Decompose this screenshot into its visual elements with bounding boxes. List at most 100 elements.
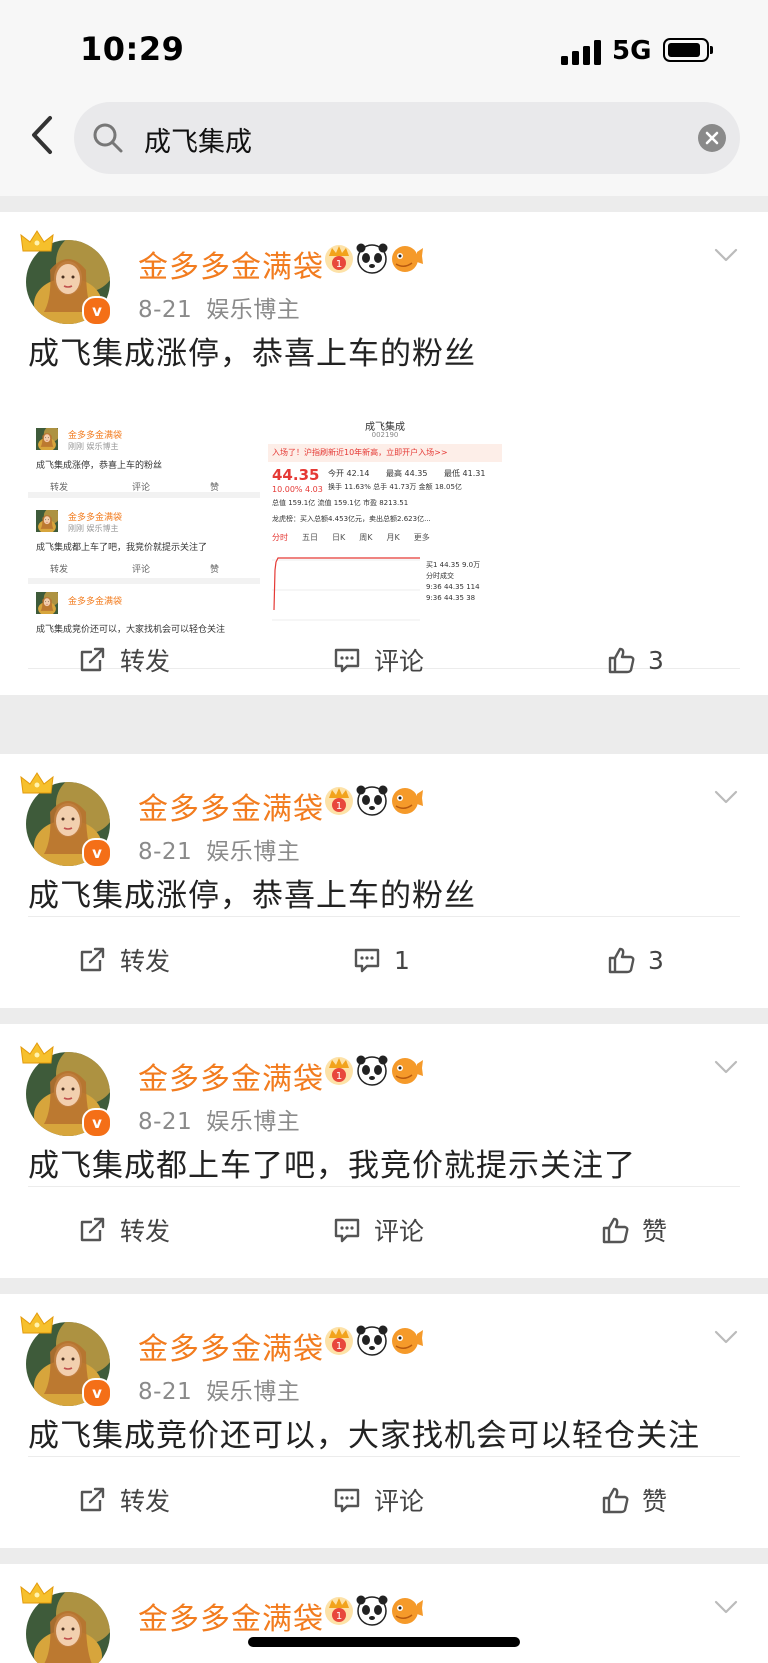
search-input[interactable]: 成飞集成 [74, 102, 740, 174]
mini-banner: 入场了！沪指刷新近10年新高，立即开户入场>> [268, 444, 502, 462]
member-badges-icon[interactable] [324, 784, 428, 818]
search-query: 成飞集成 [144, 127, 252, 158]
post-card[interactable]: v 金多多金满袋 8-21 娱乐博主 成飞集成都上车了吧，我竞价就提示关注了 转发… [0, 1024, 768, 1278]
post-card[interactable]: v 金多多金满袋 8-21 娱乐博主 成飞集成竞价还可以，大家找机会可以轻仓关注 … [0, 1294, 768, 1548]
crown-icon [20, 772, 54, 794]
chevron-down-icon[interactable] [714, 1600, 738, 1616]
search-icon [93, 123, 123, 153]
author-tag: 娱乐博主 [206, 297, 301, 323]
comment-label: 评论 [374, 1217, 425, 1246]
repost-button[interactable]: 转发 [78, 1194, 170, 1266]
member-badges-icon[interactable] [324, 1054, 428, 1088]
post-text[interactable]: 成飞集成都上车了吧，我竞价就提示关注了 [28, 1140, 636, 1185]
post-actions: 转发 评论 赞 [0, 1464, 768, 1536]
post-text[interactable]: 成飞集成涨停，恭喜上车的粉丝 [28, 328, 476, 373]
comment-icon [334, 1218, 360, 1243]
mini-avatar-icon [36, 428, 58, 450]
post-text[interactable]: 成飞集成竞价还可以，大家找机会可以轻仓关注 [28, 1410, 700, 1455]
post-text[interactable]: 成飞集成涨停，恭喜上车的粉丝 [28, 870, 476, 915]
post-image-screenshot-feed[interactable]: 金多多金满袋 刚刚 娱乐博主 成飞集成涨停，恭喜上车的粉丝 转发 评论 赞 金多… [28, 410, 260, 636]
mini-like: 赞 [210, 483, 220, 493]
divider [28, 1456, 740, 1457]
mini-meta: 刚刚 娱乐博主 [68, 442, 119, 451]
comment-button[interactable]: 评论 [332, 624, 424, 696]
mini-tab: 分时 [272, 533, 288, 542]
comment-button[interactable]: 评论 [332, 1464, 424, 1536]
repost-icon [80, 1487, 105, 1512]
mini-tab: 周K [359, 533, 373, 542]
member-badges-icon[interactable] [324, 1324, 428, 1358]
like-count: 3 [648, 645, 664, 675]
post-card[interactable]: 金多多金满袋 [0, 1564, 768, 1663]
author-name[interactable]: 金多多金满袋 [138, 1594, 324, 1638]
crown-icon [20, 1582, 54, 1604]
member-badges-icon[interactable] [324, 1594, 428, 1628]
like-button[interactable]: 3 [606, 624, 664, 696]
mini-author: 金多多金满袋 [68, 597, 123, 607]
status-bar: 10:29 5G [0, 0, 768, 90]
network-label: 5G [612, 36, 652, 66]
like-label: 赞 [642, 1217, 668, 1246]
repost-icon [80, 1217, 105, 1242]
home-indicator[interactable] [248, 1637, 520, 1647]
repost-button[interactable]: 转发 [78, 624, 170, 696]
clock: 10:29 [80, 30, 185, 68]
post-card[interactable]: v 金多多金满袋 8-21 娱乐博主 成飞集成涨停，恭喜上车的粉丝 金多多金满袋 … [0, 212, 768, 695]
mini-intraday-chart [272, 557, 420, 621]
like-icon [602, 1217, 629, 1244]
post-meta: 8-21 娱乐博主 [138, 290, 300, 324]
repost-button[interactable]: 转发 [78, 1464, 170, 1536]
mini-text: 成飞集成都上车了吧，我竞价就提示关注了 [36, 543, 208, 553]
mini-high: 最高 44.35 [386, 469, 428, 478]
like-button[interactable]: 赞 [600, 1464, 667, 1536]
mini-low: 最低 41.31 [444, 469, 486, 478]
member-badges-icon[interactable] [324, 242, 428, 276]
post-actions: 转发 评论 赞 [0, 1194, 768, 1266]
post-meta: 8-21 娱乐博主 [138, 1372, 300, 1406]
avatar[interactable]: v [20, 1042, 112, 1138]
verified-badge-icon: v [82, 838, 112, 868]
avatar[interactable]: v [20, 772, 112, 868]
repost-icon [80, 947, 105, 972]
avatar[interactable]: v [20, 230, 112, 326]
mini-avatar-icon [36, 510, 58, 532]
verified-badge-icon: v [82, 1378, 112, 1408]
author-name[interactable]: 金多多金满袋 [138, 1054, 324, 1098]
mini-tab: 五日 [302, 533, 318, 542]
like-icon [608, 647, 635, 674]
chevron-down-icon[interactable] [714, 1060, 738, 1076]
comment-button[interactable]: 评论 [332, 1194, 424, 1266]
clear-search-button[interactable] [698, 124, 726, 152]
like-button[interactable]: 3 [606, 924, 664, 996]
post-image-stock-quote[interactable]: 成飞集成 002190 入场了！沪指刷新近10年新高，立即开户入场>> 44.3… [268, 410, 502, 636]
author-tag: 娱乐博主 [206, 839, 301, 865]
back-button[interactable] [22, 112, 62, 158]
mini-open: 今开 42.14 [328, 469, 370, 478]
like-button[interactable]: 赞 [600, 1194, 667, 1266]
post-images[interactable]: 金多多金满袋 刚刚 娱乐博主 成飞集成涨停，恭喜上车的粉丝 转发 评论 赞 金多… [28, 410, 502, 636]
like-count: 3 [648, 945, 664, 975]
post-date: 8-21 [138, 1109, 193, 1135]
author-name[interactable]: 金多多金满袋 [138, 1324, 324, 1368]
avatar[interactable]: v [20, 1312, 112, 1408]
author-name[interactable]: 金多多金满袋 [138, 242, 324, 286]
author-name[interactable]: 金多多金满袋 [138, 784, 324, 828]
repost-button[interactable]: 转发 [78, 924, 170, 996]
post-date: 8-21 [138, 1379, 193, 1405]
repost-label: 转发 [120, 647, 171, 676]
comment-button[interactable]: 1 [352, 924, 410, 996]
divider [28, 1186, 740, 1187]
close-icon [705, 131, 719, 145]
comment-icon [354, 948, 380, 973]
chevron-down-icon[interactable] [714, 248, 738, 264]
like-label: 赞 [642, 1487, 668, 1516]
chevron-down-icon[interactable] [714, 1330, 738, 1346]
crown-icon [20, 1042, 54, 1064]
post-actions: 转发 1 3 [0, 924, 768, 996]
mini-stock-code: 002190 [371, 431, 399, 439]
comment-count: 1 [394, 945, 410, 975]
post-card[interactable]: v 金多多金满袋 8-21 娱乐博主 成飞集成涨停，恭喜上车的粉丝 转发 1 3 [0, 754, 768, 1008]
comment-label: 评论 [374, 647, 425, 676]
chevron-down-icon[interactable] [714, 790, 738, 806]
avatar[interactable] [20, 1582, 110, 1663]
